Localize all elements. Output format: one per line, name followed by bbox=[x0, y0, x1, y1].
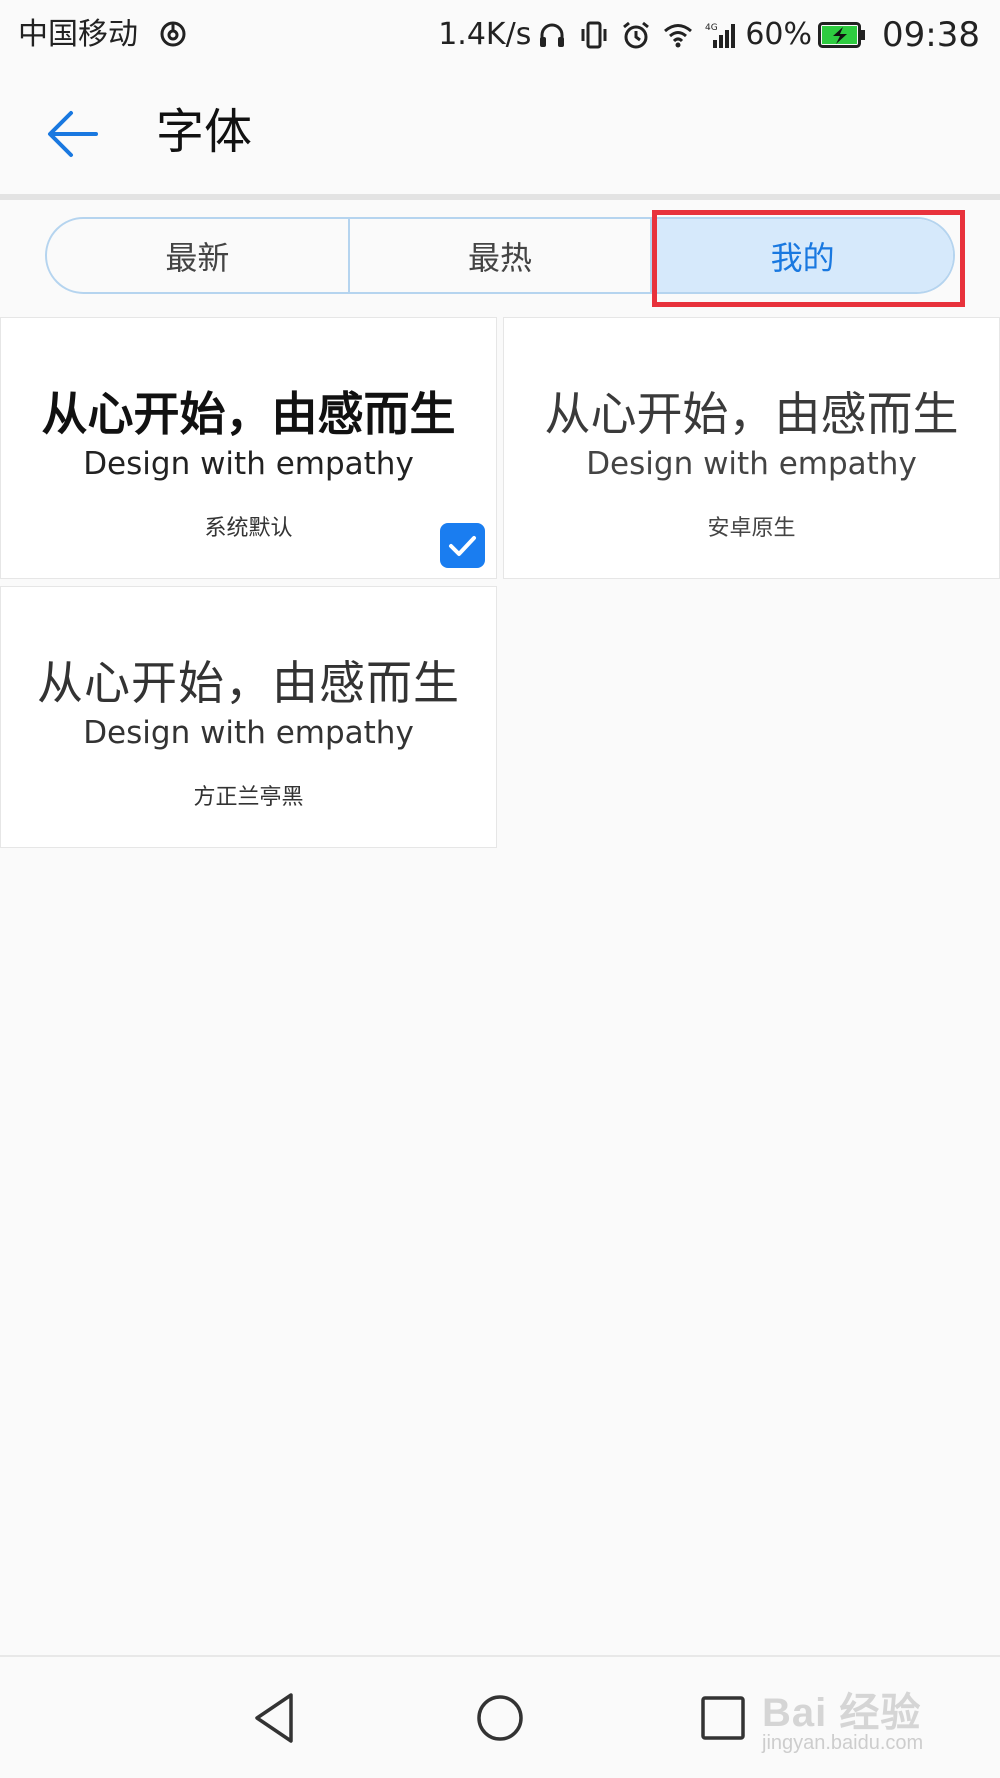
font-name: 系统默认 bbox=[204, 516, 293, 541]
font-name: 安卓原生 bbox=[707, 516, 796, 541]
font-card-fz-lanting-hei[interactable]: 从心开始，由感而生 Design with empathy 方正兰亭黑 bbox=[0, 586, 497, 848]
network-speed: 1.4K/s bbox=[438, 17, 532, 52]
app-bar: 字体 bbox=[0, 72, 1000, 194]
nav-home-circle-icon[interactable] bbox=[469, 1687, 531, 1749]
tab-newest[interactable]: 最新 bbox=[47, 219, 348, 292]
battery-percent: 60% bbox=[745, 17, 813, 52]
vibrate-icon bbox=[581, 21, 607, 49]
page-title: 字体 bbox=[156, 104, 253, 160]
status-bar: 中国移动 1.4K/s 4G 60% 09:38 bbox=[0, 0, 1000, 72]
font-card-system-default[interactable]: 从心开始，由感而生 Design with empathy 系统默认 bbox=[0, 317, 497, 579]
clock: 09:38 bbox=[882, 15, 980, 55]
carrier-name: 中国移动 bbox=[18, 17, 138, 52]
svg-text:4G: 4G bbox=[705, 23, 718, 33]
app-bar-divider bbox=[0, 194, 1000, 200]
status-icons: 1.4K/s 4G 60% 09:38 bbox=[438, 12, 980, 58]
checkmark-icon bbox=[440, 523, 485, 568]
font-name: 方正兰亭黑 bbox=[193, 785, 304, 810]
font-sample-chinese: 从心开始，由感而生 bbox=[41, 387, 456, 441]
tab-hottest[interactable]: 最热 bbox=[347, 219, 651, 292]
wifi-icon bbox=[664, 24, 693, 48]
font-sample-english: Design with empathy bbox=[83, 715, 414, 751]
arrow-left-icon[interactable] bbox=[44, 108, 102, 160]
font-sample-english: Design with empathy bbox=[83, 446, 414, 482]
font-sample-english: Design with empathy bbox=[586, 446, 917, 482]
alarm-icon bbox=[623, 21, 650, 49]
tab-mine[interactable]: 我的 bbox=[650, 219, 953, 292]
nav-recent-square-icon[interactable] bbox=[692, 1687, 754, 1749]
sync-icon bbox=[160, 21, 186, 47]
font-card-android-native[interactable]: 从心开始，由感而生 Design with empathy 安卓原生 bbox=[503, 317, 1000, 579]
battery-charging-icon bbox=[818, 22, 866, 48]
font-category-tabs: 最新 最热 我的 bbox=[45, 217, 955, 294]
font-sample-chinese: 从心开始，由感而生 bbox=[37, 656, 460, 710]
signal-icon: 4G bbox=[705, 23, 736, 48]
font-sample-chinese: 从心开始，由感而生 bbox=[544, 387, 959, 441]
headphones-icon bbox=[540, 23, 565, 47]
nav-back-triangle-icon[interactable] bbox=[245, 1687, 307, 1749]
system-nav-bar bbox=[0, 1655, 1000, 1778]
